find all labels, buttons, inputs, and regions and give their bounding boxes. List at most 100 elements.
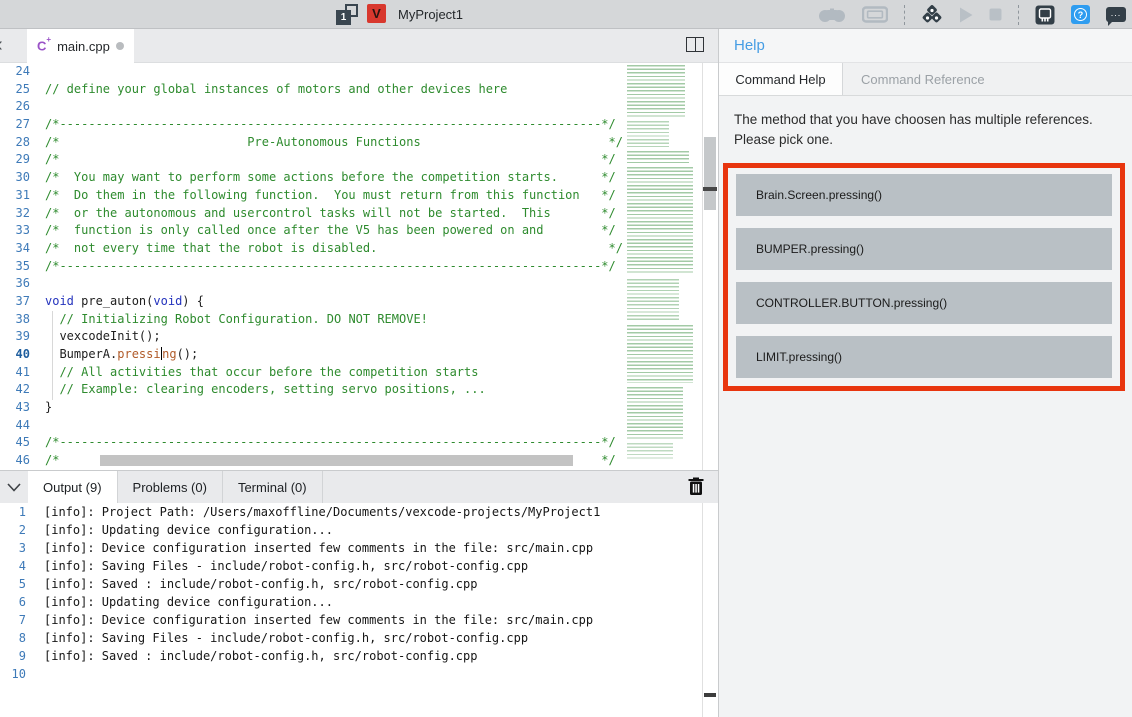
modified-dot-icon (116, 42, 124, 50)
device-info-icon[interactable] (1035, 5, 1055, 25)
code-line: 42 // Example: clearing encoders, settin… (0, 381, 718, 399)
output-line: 10 (0, 665, 702, 683)
output-line-text: [info]: Project Path: /Users/maxoffline/… (44, 503, 600, 521)
code-line: 33/* function is only called once after … (0, 222, 718, 240)
output-line-text: [info]: Saving Files - include/robot-con… (44, 557, 528, 575)
output-line-number: 6 (0, 593, 26, 611)
line-number: 44 (0, 417, 30, 435)
output-line-text: [info]: Updating device configuration... (44, 593, 333, 611)
code-line: 37void pre_auton(void) { (0, 293, 718, 311)
chevron-down-icon[interactable] (0, 471, 28, 503)
help-tab-command-reference[interactable]: Command Reference (843, 63, 1003, 95)
help-option[interactable]: CONTROLLER.BUTTON.pressing() (736, 282, 1112, 324)
line-number: 40 (0, 346, 30, 364)
scrollbar-mark (704, 693, 716, 697)
line-number: 31 (0, 187, 30, 205)
output-line-number: 9 (0, 647, 26, 665)
code-line: 35/*------------------------------------… (0, 258, 718, 276)
output-line: 4 [info]: Saving Files - include/robot-co… (0, 557, 702, 575)
code-line: 28/* Pre-Autonomous Functions */ (0, 134, 718, 152)
line-number: 24 (0, 63, 30, 81)
code-line: 38 // Initializing Robot Configuration. … (0, 311, 718, 329)
output-line: 1 [info]: Project Path: /Users/maxoffline… (0, 503, 702, 521)
trash-icon[interactable] (688, 477, 704, 501)
minimap[interactable] (624, 63, 700, 463)
cpp-file-icon: C+ (37, 38, 51, 53)
code-line: 27/*------------------------------------… (0, 116, 718, 134)
output-line: 8 [info]: Saving Files - include/robot-co… (0, 629, 702, 647)
question-mark-glyph: ? (1074, 8, 1087, 21)
line-number: 41 (0, 364, 30, 382)
line-number: 39 (0, 328, 30, 346)
download-icon[interactable] (921, 5, 943, 24)
help-option[interactable]: BUMPER.pressing() (736, 228, 1112, 270)
help-message: The method that you have choosen has mul… (719, 96, 1132, 161)
slot-selector-icon[interactable]: 1 (336, 4, 358, 25)
help-tab-command-help[interactable]: Command Help (719, 63, 843, 95)
line-number: 37 (0, 293, 30, 311)
console-tab-problems[interactable]: Problems (0) (118, 471, 223, 503)
help-title: Help (734, 37, 765, 54)
feedback-icon[interactable]: ... (1106, 7, 1126, 22)
output-line-number: 1 (0, 503, 26, 521)
line-number: 43 (0, 399, 30, 417)
line-number: 27 (0, 116, 30, 134)
line-number: 25 (0, 81, 30, 99)
output-line: 9 [info]: Saved : include/robot-config.h,… (0, 647, 702, 665)
code-line: 39 vexcodeInit(); (0, 328, 718, 346)
editor-horizontal-scrollbar[interactable] (100, 455, 573, 466)
chevron-left-icon[interactable]: ‹ (0, 34, 3, 57)
output-line-number: 3 (0, 539, 26, 557)
brain-screen-icon[interactable] (862, 6, 888, 23)
code-line: 30/* You may want to perform some action… (0, 169, 718, 187)
console-tab-bar: Output (9)Problems (0)Terminal (0) (0, 471, 718, 503)
tab-main-cpp[interactable]: C+ main.cpp (27, 29, 134, 63)
code-line: 36 (0, 275, 718, 293)
help-icon[interactable]: ? (1071, 5, 1090, 24)
controller-icon[interactable] (818, 6, 846, 24)
console-panel: Output (9)Problems (0)Terminal (0) 1 [inf… (0, 470, 718, 717)
help-option[interactable]: Brain.Screen.pressing() (736, 174, 1112, 216)
line-number: 30 (0, 169, 30, 187)
code-editor[interactable]: 2425// define your global instances of m… (0, 63, 718, 470)
code-line: 41 // All activities that occur before t… (0, 364, 718, 382)
editor-region: ‹ C+ main.cpp 2425// define your global … (0, 29, 718, 717)
console-tab-terminal[interactable]: Terminal (0) (223, 471, 323, 503)
line-number: 28 (0, 134, 30, 152)
stop-icon[interactable] (989, 8, 1002, 21)
cursor-position-marker (703, 187, 717, 191)
scrollbar-thumb[interactable] (704, 137, 716, 210)
line-number: 26 (0, 98, 30, 116)
help-option[interactable]: LIMIT.pressing() (736, 336, 1112, 378)
line-number: 38 (0, 311, 30, 329)
output-scrollbar[interactable] (702, 503, 717, 717)
output-line-number: 7 (0, 611, 26, 629)
output-line: 5[info]: Saved : include/robot-config.h,… (0, 575, 702, 593)
code-line: 43} (0, 399, 718, 417)
output-line-number: 8 (0, 629, 26, 647)
console-tab-output[interactable]: Output (9) (28, 471, 118, 503)
code-lines: 2425// define your global instances of m… (0, 63, 718, 470)
slot-number: 1 (336, 10, 351, 25)
editor-vertical-scrollbar[interactable] (702, 63, 717, 470)
code-line: 40 BumperA.pressing(); (0, 346, 718, 364)
code-line: 25// define your global instances of mot… (0, 81, 718, 99)
tab-label: main.cpp (57, 39, 110, 54)
output-line: 7[info]: Device configuration inserted f… (0, 611, 702, 629)
output-line-text: [info]: Device configuration inserted fe… (44, 539, 593, 557)
vex-logo-icon[interactable]: V (367, 4, 386, 23)
editor-tab-bar: ‹ C+ main.cpp (0, 29, 718, 63)
output-line-text: [info]: Saving Files - include/robot-con… (44, 629, 528, 647)
split-editor-icon[interactable] (686, 37, 704, 52)
code-line: 26 (0, 98, 718, 116)
line-number: 36 (0, 275, 30, 293)
output-line-text: [info]: Updating device configuration... (44, 521, 333, 539)
output-line-number: 4 (0, 557, 26, 575)
code-line: 31/* Do them in the following function. … (0, 187, 718, 205)
output-line-text: [info]: Saved : include/robot-config.h, … (44, 647, 477, 665)
top-toolbar: 1 V MyProject1 (0, 0, 1132, 29)
code-line: 44 (0, 417, 718, 435)
play-icon[interactable] (959, 7, 973, 23)
output-line: 2[info]: Updating device configuration..… (0, 521, 702, 539)
code-line: 29/* */ (0, 151, 718, 169)
